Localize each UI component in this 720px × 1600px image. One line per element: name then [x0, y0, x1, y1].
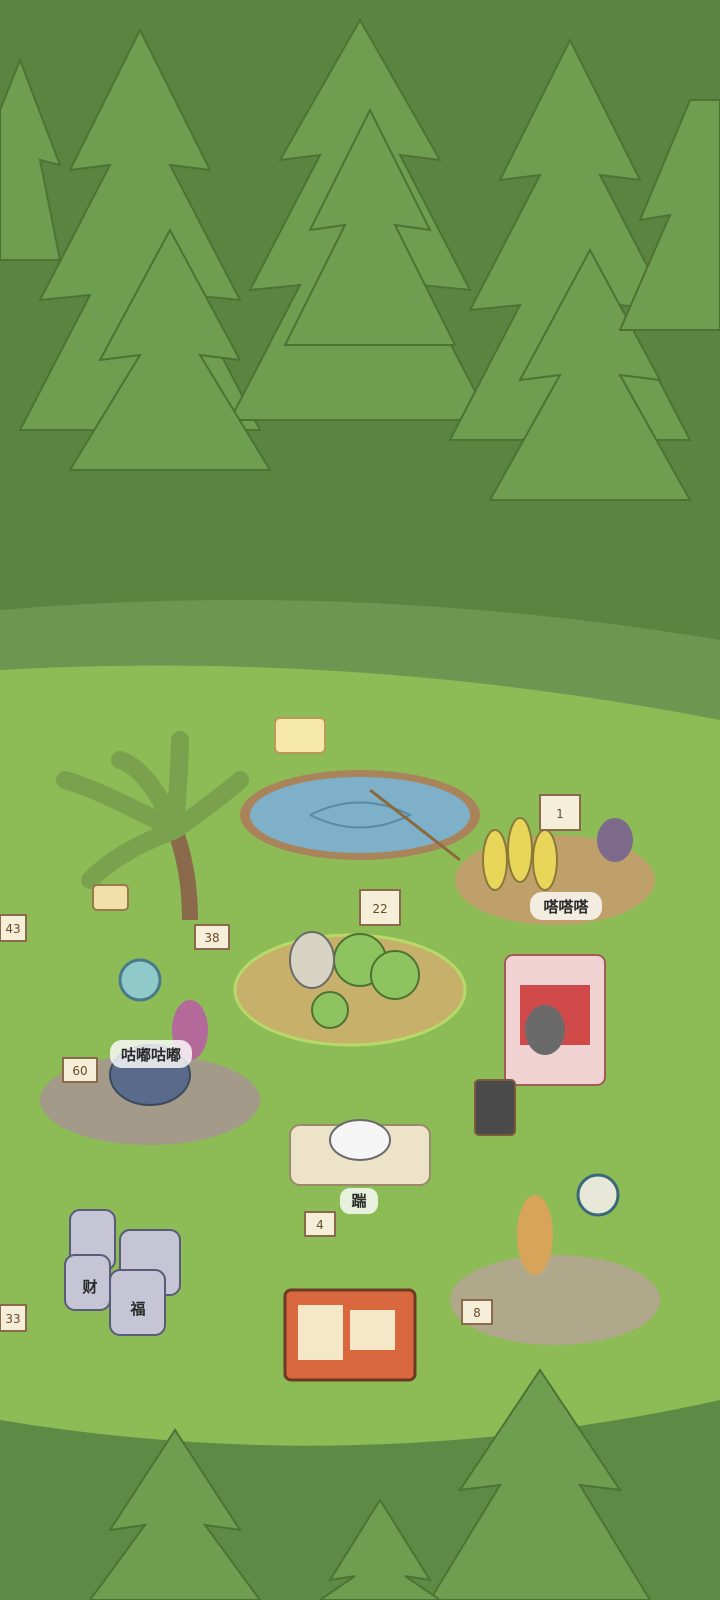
station-sign: 1	[539, 794, 581, 831]
npc-dog[interactable]	[517, 1195, 553, 1275]
station-sign: 8	[461, 1299, 493, 1325]
npc-mole[interactable]	[597, 818, 633, 862]
booth-stall[interactable]	[504, 954, 606, 1086]
station-sign: 4	[304, 1211, 336, 1237]
svg-text:8: 8	[473, 1306, 481, 1320]
station-sign: 22	[359, 889, 401, 926]
sound-bubble-chopping: 嗒嗒嗒	[530, 892, 602, 920]
svg-text:咕嘟咕嘟: 咕嘟咕嘟	[121, 1046, 181, 1064]
game-scene: 43 38 22 1 60 4 8 33 咕嘟咕嘟 嗒嗒嗒 踹 财 福	[0, 0, 720, 1600]
fishing-pond[interactable]	[240, 770, 480, 862]
grind-timer-gauge	[576, 1173, 620, 1217]
sound-bubble-kick: 踹	[340, 1188, 378, 1214]
svg-text:4: 4	[316, 1218, 324, 1232]
station-sign: 33	[0, 1304, 27, 1332]
bait-box[interactable]	[274, 717, 326, 754]
sound-bubble-pot: 咕嘟咕嘟	[110, 1040, 192, 1068]
notice-board[interactable]	[283, 1288, 417, 1382]
station-sign: 43	[0, 914, 27, 942]
npc-cat-farmer[interactable]	[289, 931, 335, 989]
menu-board[interactable]	[474, 1079, 516, 1136]
station-sign: 38	[194, 924, 230, 950]
svg-text:33: 33	[5, 1312, 20, 1326]
svg-text:嗒嗒嗒: 嗒嗒嗒	[543, 898, 589, 916]
svg-text:43: 43	[5, 922, 20, 936]
jar-label: 福	[129, 1300, 145, 1318]
svg-text:38: 38	[204, 931, 219, 945]
jar-label: 财	[82, 1278, 97, 1296]
hammock[interactable]	[289, 1119, 431, 1186]
camera-icon[interactable]	[92, 884, 129, 911]
svg-text:22: 22	[372, 902, 387, 916]
svg-text:1: 1	[556, 807, 564, 821]
svg-text:踹: 踹	[351, 1192, 366, 1210]
svg-text:60: 60	[72, 1064, 87, 1078]
station-sign: 60	[62, 1057, 98, 1083]
pot-timer-gauge	[118, 958, 162, 1002]
